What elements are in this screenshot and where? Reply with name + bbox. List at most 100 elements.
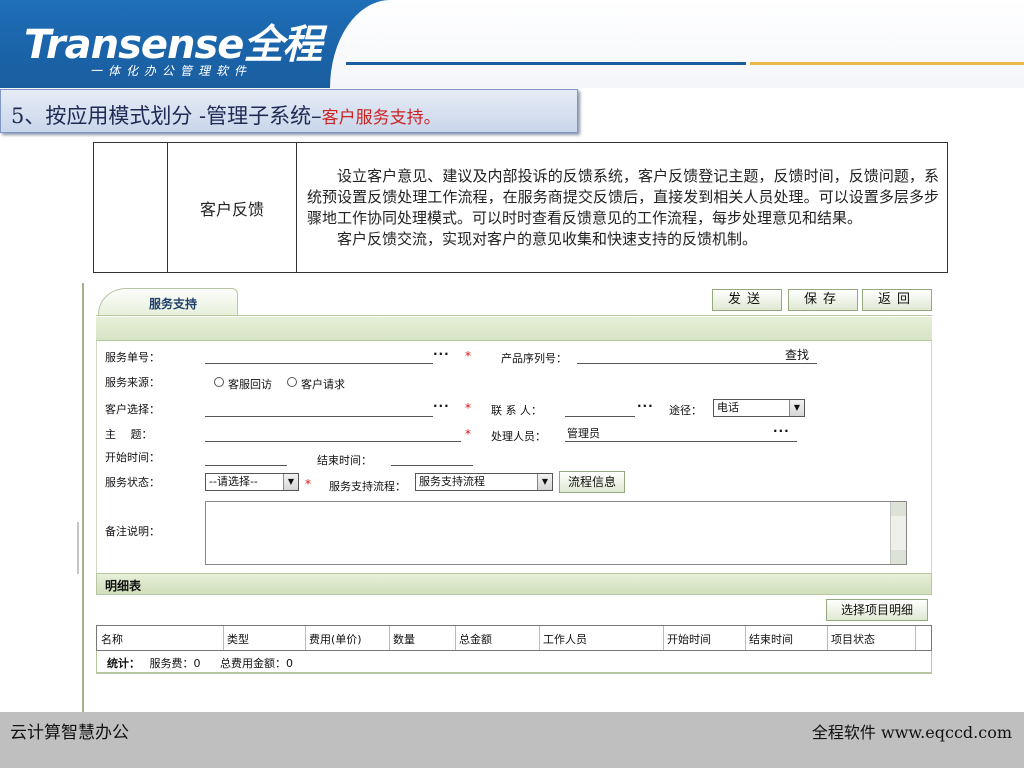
page-number: 8 xyxy=(66,726,72,736)
flow-info-button[interactable]: 流程信息 xyxy=(559,471,625,493)
status-label: 服务状态： xyxy=(105,476,160,489)
empty-cell xyxy=(93,142,168,273)
remark-scrollbar[interactable] xyxy=(890,502,906,564)
column-separator xyxy=(745,626,746,650)
window-bottom-line xyxy=(96,673,932,674)
select-items-button[interactable]: 选择项目明细 xyxy=(826,599,928,621)
column-header[interactable]: 开始时间 xyxy=(667,631,711,647)
start-time-label: 开始时间： xyxy=(105,451,160,464)
handler-picker[interactable]: ··· xyxy=(773,424,790,438)
channel-select-value: 电话 xyxy=(717,401,739,414)
save-button[interactable]: 保存 xyxy=(788,289,858,311)
send-button[interactable]: 发送 xyxy=(712,289,782,311)
flow-select-value: 服务支持流程 xyxy=(419,475,485,488)
toolbar-strip xyxy=(96,317,932,341)
handler-input[interactable] xyxy=(565,441,797,442)
search-link[interactable]: 查找 xyxy=(785,346,809,363)
end-time-input[interactable] xyxy=(391,465,473,466)
customer-picker[interactable]: ··· xyxy=(433,399,450,413)
remark-textarea[interactable] xyxy=(205,501,907,565)
column-header[interactable]: 类型 xyxy=(227,631,249,647)
status-select-value: --请选择-- xyxy=(209,475,258,488)
feature-description-cell: 设立客户意见、建议及内部投诉的反馈系统，客户反馈登记主题，反馈时间，反馈问题，系… xyxy=(296,142,948,273)
tab-baseline xyxy=(96,315,932,316)
product-serial-label: 产品序列号： xyxy=(501,352,567,365)
description-paragraph: 客户反馈交流，实现对客户的意见收集和快速支持的反馈机制。 xyxy=(337,229,758,248)
product-serial-input[interactable] xyxy=(577,363,817,364)
total-fee: 总费用金额：0 xyxy=(220,657,293,670)
column-header[interactable]: 项目状态 xyxy=(831,631,875,647)
summary-label: 统计： xyxy=(107,657,140,670)
banner-rule-gold xyxy=(750,62,1024,65)
required-mark: * xyxy=(465,349,471,363)
description-paragraph: 设立客户意见、建议及内部投诉的反馈系统，客户反馈登记主题，反馈时间，反馈问题，系… xyxy=(307,166,939,227)
brand-slogan: 一体化办公管理软件 xyxy=(90,64,253,78)
slide-page: Transense全程 一体化办公管理软件 5、按应用模式划分 -管理子系统–客… xyxy=(0,0,1024,768)
slide-heading-main: 5、按应用模式划分 -管理子系统– xyxy=(11,104,322,128)
contact-input[interactable] xyxy=(565,416,635,417)
column-separator xyxy=(915,626,916,650)
customer-select-input[interactable] xyxy=(205,416,433,417)
radio-request[interactable] xyxy=(287,377,297,387)
scroll-up-icon[interactable] xyxy=(891,502,906,516)
slide-heading: 5、按应用模式划分 -管理子系统–客户服务支持。 xyxy=(0,89,578,133)
channel-select[interactable]: 电话 ▼ xyxy=(713,399,805,417)
banner-rule-blue xyxy=(346,62,746,65)
start-time-input[interactable] xyxy=(205,465,287,466)
flow-select[interactable]: 服务支持流程 ▼ xyxy=(415,473,553,491)
contact-label: 联 系 人： xyxy=(491,404,542,417)
column-separator xyxy=(827,626,828,650)
chevron-down-icon[interactable]: ▼ xyxy=(789,400,804,416)
feature-name-cell: 客户反馈 xyxy=(167,142,297,273)
detail-section-title: 明细表 xyxy=(96,573,932,595)
column-separator xyxy=(305,626,306,650)
status-select[interactable]: --请选择-- ▼ xyxy=(205,473,299,491)
column-separator xyxy=(389,626,390,650)
header-banner: Transense全程 一体化办公管理软件 xyxy=(0,0,1024,88)
table-row: 客户反馈 设立客户意见、建议及内部投诉的反馈系统，客户反馈登记主题，反馈时间，反… xyxy=(93,142,948,273)
radio-callback-label: 客服回访 xyxy=(228,378,272,391)
required-mark: * xyxy=(465,427,471,441)
column-header[interactable]: 名称 xyxy=(101,631,123,647)
description-table: 客户反馈 设立客户意见、建议及内部投诉的反馈系统，客户反馈登记主题，反馈时间，反… xyxy=(93,142,948,273)
column-header[interactable]: 费用(单价) xyxy=(309,631,362,647)
contact-picker[interactable]: ··· xyxy=(637,399,654,413)
required-mark: * xyxy=(305,477,311,491)
column-separator xyxy=(663,626,664,650)
back-button[interactable]: 返回 xyxy=(862,289,932,311)
service-fee-total: 服务费：0 xyxy=(149,657,201,670)
banner-light-area xyxy=(330,0,1024,88)
scroll-down-icon[interactable] xyxy=(891,550,906,564)
column-separator xyxy=(223,626,224,650)
subject-input[interactable] xyxy=(205,441,461,442)
radio-request-label: 客户请求 xyxy=(301,378,345,391)
service-support-window: 服务支持 发送 保存 返回 服务单号： ··· * 产品序列号： 查找 服务来源… xyxy=(82,283,934,713)
chevron-down-icon[interactable]: ▼ xyxy=(537,474,552,490)
column-header[interactable]: 总金额 xyxy=(459,631,492,647)
chevron-down-icon[interactable]: ▼ xyxy=(283,474,298,490)
customer-select-label: 客户选择： xyxy=(105,403,160,416)
radio-callback[interactable] xyxy=(214,377,224,387)
column-separator xyxy=(539,626,540,650)
column-header[interactable]: 工作人员 xyxy=(543,631,587,647)
service-no-picker[interactable]: ··· xyxy=(433,347,450,361)
end-time-label: 结束时间： xyxy=(317,454,372,467)
handler-label: 处理人员： xyxy=(491,430,546,443)
footer-right-text: 全程软件 www.eqccd.com xyxy=(811,723,1012,742)
channel-label: 途径： xyxy=(669,404,702,417)
column-header[interactable]: 结束时间 xyxy=(749,631,793,647)
service-no-input[interactable] xyxy=(205,363,433,364)
service-source-label: 服务来源： xyxy=(105,376,160,389)
service-form: 服务单号： ··· * 产品序列号： 查找 服务来源： 客服回访 客户请求 客户… xyxy=(96,341,932,573)
detail-grid-header: 名称 类型 费用(单价) 数量 总金额 工作人员 开始时间 结束时间 项目状态 xyxy=(96,625,932,651)
tab-service-support[interactable]: 服务支持 xyxy=(98,288,238,316)
column-header[interactable]: 数量 xyxy=(393,631,415,647)
service-no-label: 服务单号： xyxy=(105,351,160,364)
subject-label: 主 题： xyxy=(105,428,153,441)
remark-label: 备注说明： xyxy=(105,525,160,538)
handler-value: 管理员 xyxy=(567,427,600,440)
detail-summary: 统计： 服务费：0 总费用金额：0 xyxy=(96,651,932,673)
column-separator xyxy=(455,626,456,650)
slide-footer: 云计算智慧办公 8 全程软件 www.eqccd.com xyxy=(0,712,1024,768)
side-divider xyxy=(77,522,79,574)
